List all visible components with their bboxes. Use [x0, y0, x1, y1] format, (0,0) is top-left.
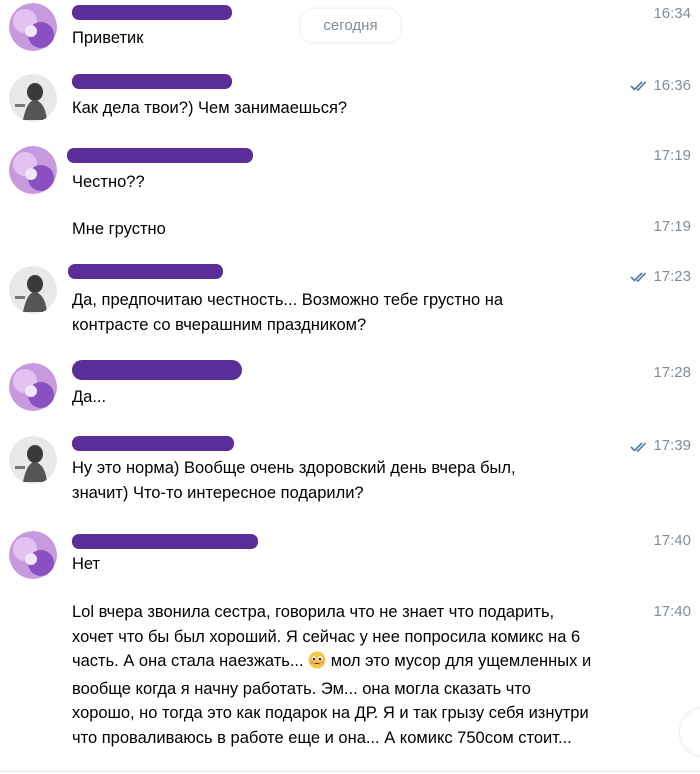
- message-text: Lol вчера звонила сестра, говорила что н…: [72, 600, 591, 750]
- redacted-sender-name: [68, 264, 223, 279]
- redacted-sender-name: [72, 534, 258, 549]
- scroll-down-button[interactable]: [680, 708, 700, 756]
- redacted-sender-name: [67, 148, 253, 163]
- contact-avatar[interactable]: [9, 146, 57, 194]
- contact-avatar[interactable]: [9, 531, 57, 579]
- redacted-sender-name: [72, 74, 232, 89]
- message-time: 16:36: [653, 77, 691, 94]
- date-separator: сегодня: [301, 9, 400, 42]
- redacted-sender-name: [72, 436, 234, 451]
- contact-avatar[interactable]: [9, 363, 57, 411]
- redacted-sender-name: [72, 5, 232, 20]
- message-text: Как дела твои?) Чем занимаешься?: [72, 99, 348, 117]
- redacted-sender-name: [72, 360, 242, 380]
- message-time: 17:19: [653, 218, 691, 235]
- read-check-icon: [630, 272, 647, 283]
- message-text: Честно??: [72, 173, 145, 191]
- message-time: 17:28: [653, 364, 691, 381]
- message-text: Нет: [72, 555, 101, 573]
- user-avatar[interactable]: [9, 74, 57, 122]
- read-check-icon: [630, 442, 647, 453]
- user-avatar[interactable]: [9, 436, 57, 484]
- pleading-face-emoji-icon: [308, 651, 326, 677]
- user-avatar[interactable]: [9, 266, 57, 314]
- message-text: Мне грустно: [72, 220, 166, 238]
- read-check-icon: [630, 81, 647, 92]
- message-time: 17:19: [653, 147, 691, 164]
- chat-history: сегодня Приветик 16:34 Как дела твои?) Ч…: [0, 0, 700, 774]
- message-time: 17:39: [653, 437, 691, 454]
- message-text: Ну это норма) Вообще очень здоровский де…: [72, 459, 516, 502]
- contact-avatar[interactable]: [9, 3, 57, 51]
- divider: [0, 771, 700, 772]
- message-text: Да...: [72, 388, 107, 406]
- message-time: 17:40: [653, 532, 691, 549]
- message-time: 17:23: [653, 268, 691, 285]
- message-text: Да, предпочитаю честность... Возможно те…: [72, 291, 503, 334]
- message-time: 17:40: [653, 603, 691, 620]
- message-time: 16:34: [653, 5, 691, 22]
- message-text: Приветик: [72, 29, 144, 47]
